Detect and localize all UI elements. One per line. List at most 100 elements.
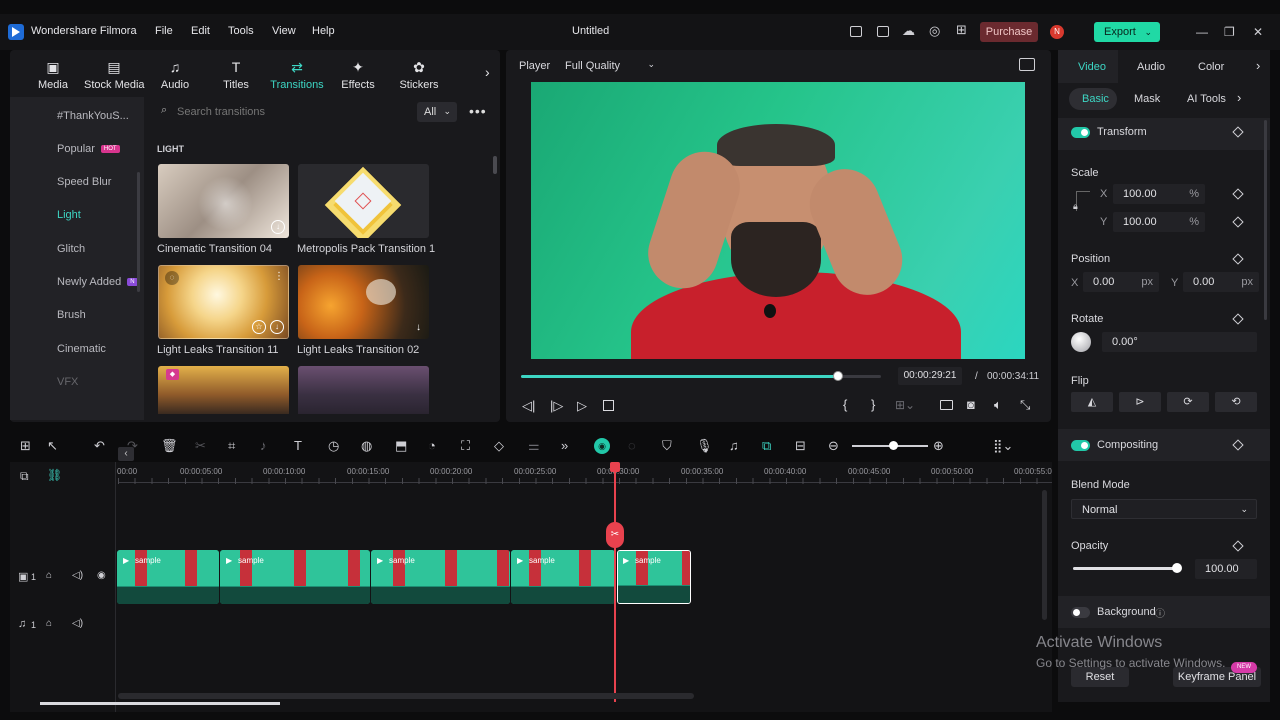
background-toggle[interactable] — [1071, 607, 1090, 618]
lock-icon[interactable]: 🔒︎ — [1073, 201, 1078, 212]
export-button[interactable]: Export ⌄ — [1094, 22, 1160, 42]
menu-view[interactable]: View — [272, 25, 296, 37]
quality-dropdown[interactable]: Full Quality ⌄ — [565, 59, 655, 72]
volume-icon[interactable]: 🔈︎ — [994, 397, 1002, 413]
keyframe-diamond-icon[interactable] — [1232, 188, 1244, 200]
chevron-right-icon[interactable]: › — [1256, 58, 1260, 73]
add-track-icon[interactable]: ⧉ — [20, 469, 29, 484]
fullscreen-icon[interactable]: ⤡ — [1020, 397, 1030, 413]
tab-media[interactable]: ▣ Media — [23, 58, 83, 98]
download-icon[interactable]: ↓ — [270, 320, 284, 334]
headset-icon[interactable]: ◎ — [929, 23, 940, 39]
search-input[interactable] — [177, 102, 407, 122]
pos-y-input[interactable]: 0.00 px — [1183, 272, 1259, 292]
minimize-icon[interactable]: — — [1196, 25, 1208, 39]
select-cursor-icon[interactable]: ↖ — [47, 438, 58, 454]
chevron-right-icon[interactable]: › — [485, 64, 490, 80]
zoom-in-icon[interactable]: ⊕ — [933, 438, 944, 454]
video-clip-selected[interactable]: ▶ sample — [617, 550, 691, 604]
properties-scrollbar[interactable] — [1264, 120, 1267, 320]
category-popular[interactable]: Popular HOT — [57, 143, 120, 155]
audio-adjust-icon[interactable]: ♪ — [260, 438, 267, 453]
eye-icon[interactable]: ◉ — [97, 570, 106, 581]
play-icon[interactable]: ▷ — [577, 398, 587, 414]
close-icon[interactable]: ✕ — [1253, 25, 1263, 39]
tab-titles[interactable]: T Titles — [206, 58, 266, 98]
delete-icon[interactable]: 🗑︎ — [161, 438, 178, 454]
more-tools-icon[interactable]: » — [561, 438, 568, 453]
previous-frame-icon[interactable]: ◁| — [522, 398, 535, 414]
next-frame-icon[interactable]: |▷ — [550, 398, 563, 414]
chevron-down-icon[interactable]: ⌄ — [1144, 22, 1152, 42]
scale-y-input[interactable]: 100.00% — [1113, 212, 1205, 232]
category-thankyou[interactable]: #ThankYouS... — [57, 110, 129, 122]
keyframe-diamond-icon[interactable] — [1232, 540, 1244, 552]
opacity-slider[interactable] — [1073, 563, 1182, 573]
folder-icon[interactable]: ⌂ — [46, 570, 52, 581]
subtab-ai-tools[interactable]: AI Tools — [1187, 93, 1226, 105]
text-tool-icon[interactable]: T — [294, 438, 302, 453]
ai-mate-icon[interactable]: ◉ — [594, 438, 610, 454]
link-icon[interactable]: ⛓︎ — [47, 468, 62, 482]
flip-vertical-icon[interactable]: ⊳ — [1119, 392, 1161, 412]
ai-cutout-icon[interactable]: ⛶ — [461, 438, 470, 454]
cloud-upload-icon[interactable]: ☁ — [902, 23, 915, 39]
download-icon[interactable]: ↓ — [416, 322, 421, 333]
speed-icon[interactable]: ◷ — [328, 438, 339, 454]
snap-magnet-icon[interactable]: ⧉ — [762, 438, 771, 454]
rotate-ccw-icon[interactable]: ⟲ — [1215, 392, 1257, 412]
video-clip[interactable]: ▶ sample — [117, 550, 219, 604]
progress-handle[interactable] — [832, 371, 843, 381]
avatar[interactable]: N — [1050, 25, 1064, 39]
star-icon[interactable]: ☆ — [252, 320, 266, 334]
transition-thumb-light-leaks-11[interactable]: ◌ ⋮ ☆ ↓ — [158, 265, 289, 339]
opacity-handle[interactable] — [1172, 563, 1182, 573]
transform-toggle[interactable] — [1071, 127, 1090, 138]
compositing-toggle[interactable] — [1071, 440, 1090, 451]
scale-x-input[interactable]: 100.00% — [1113, 184, 1205, 204]
subtab-basic[interactable]: Basic — [1082, 93, 1109, 105]
transition-thumb-cinematic-04[interactable]: ↓ — [158, 164, 289, 238]
flip-horizontal-icon[interactable]: ◭ — [1071, 392, 1113, 412]
video-clip[interactable]: ▶ sample — [220, 550, 370, 604]
current-time[interactable]: 00:00:29:21 — [898, 367, 962, 385]
video-clip[interactable]: ▶ sample — [371, 550, 510, 604]
split-scissors-icon[interactable]: ✂ — [606, 522, 624, 548]
menu-file[interactable]: File — [155, 25, 173, 37]
blend-mode-dropdown[interactable]: Normal ⌄ — [1071, 499, 1257, 519]
playhead-line[interactable] — [614, 462, 616, 702]
transition-thumb[interactable]: ◆ — [158, 366, 289, 414]
tab-video[interactable]: Video — [1078, 61, 1106, 73]
tab-audio[interactable]: ♫ Audio — [145, 58, 205, 98]
undo-icon[interactable]: ↶ — [94, 438, 105, 454]
filter-dropdown[interactable]: All ⌄ — [417, 102, 457, 122]
folder-icon[interactable]: ⌂ — [46, 618, 52, 629]
display-icon[interactable] — [940, 400, 953, 410]
category-newly-added[interactable]: Newly Added N — [57, 276, 138, 288]
transition-thumb-metropolis-pack-1[interactable] — [298, 164, 429, 238]
render-icon[interactable]: ◌ — [628, 438, 636, 453]
split-scissors-icon[interactable]: ✂ — [195, 438, 206, 454]
speaker-icon[interactable]: ◁) — [72, 618, 83, 629]
tab-color[interactable]: Color — [1198, 61, 1224, 73]
keyframe-diamond-icon[interactable] — [1232, 216, 1244, 228]
time-ruler[interactable]: 00:00 00:00:05:00 00:00:10:00 00:00:15:0… — [117, 462, 1052, 488]
save-icon[interactable] — [877, 26, 889, 37]
reset-button[interactable]: Reset — [1071, 667, 1129, 687]
snapshot-image-icon[interactable] — [1019, 58, 1035, 71]
video-preview[interactable] — [531, 82, 1025, 359]
video-clip[interactable]: ▶ sample — [511, 550, 615, 604]
more-options-icon[interactable]: ••• — [469, 103, 487, 119]
keyframe-tool-icon[interactable]: ◇ — [494, 438, 504, 454]
color-palette-icon[interactable]: ◍ — [361, 438, 372, 454]
grid-scrollbar[interactable] — [493, 156, 497, 174]
layout-icon[interactable] — [850, 26, 862, 37]
microphone-icon[interactable]: 🎙︎ — [696, 438, 713, 454]
speaker-icon[interactable]: ◁) — [72, 570, 83, 581]
download-icon[interactable]: ↓ — [271, 220, 285, 234]
pos-x-input[interactable]: 0.00 px — [1083, 272, 1159, 292]
category-glitch[interactable]: Glitch — [57, 243, 85, 255]
rotate-dial[interactable] — [1071, 332, 1091, 352]
redo-icon[interactable]: ↷ — [127, 438, 138, 454]
category-vfx[interactable]: VFX — [57, 376, 78, 388]
